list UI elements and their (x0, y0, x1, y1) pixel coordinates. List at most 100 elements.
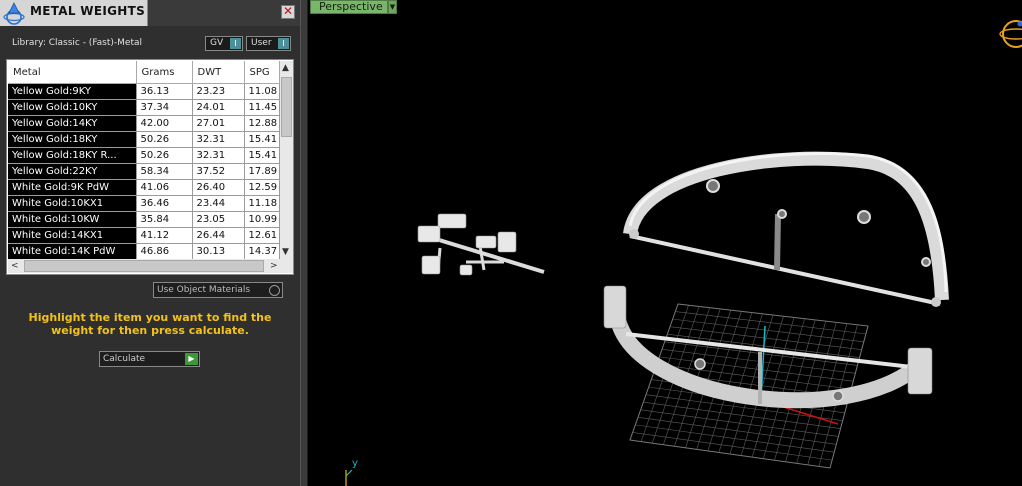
cell-grams: 36.13 (136, 83, 193, 100)
metal-weights-panel: METAL WEIGHTS ✕ Library: Classic - (Fast… (0, 0, 300, 486)
cell-spg: 15.41 (244, 131, 280, 148)
cell-metal: White Gold:14K PdW (8, 243, 137, 260)
viewport-dropdown-button[interactable]: ▼ (388, 0, 397, 14)
cell-spg: 11.45 (244, 99, 280, 116)
table-row[interactable]: White Gold:10KX1 36.46 23.44 11.18 (8, 195, 280, 212)
cell-metal: Yellow Gold:18KY (8, 131, 137, 148)
table-body: Yellow Gold:9KY 36.13 23.23 11.08 Yellow Gol… (8, 83, 280, 260)
scroll-down-icon[interactable]: ▼ (282, 247, 289, 257)
cell-dwt: 32.31 (192, 147, 245, 164)
table-row[interactable]: Yellow Gold:10KY 37.34 24.01 11.45 (8, 99, 280, 116)
cell-dwt: 26.44 (192, 227, 245, 244)
cell-grams: 50.26 (136, 131, 193, 148)
table-row[interactable]: Yellow Gold:18KY R... 50.26 32.31 15.41 (8, 147, 280, 164)
cell-grams: 41.12 (136, 227, 193, 244)
cell-dwt: 23.44 (192, 195, 245, 212)
titlebar-filler (148, 0, 300, 26)
column-header-metal[interactable]: Metal (8, 61, 137, 84)
table-row[interactable]: Yellow Gold:18KY 50.26 32.31 15.41 (8, 131, 280, 148)
ground-grid (629, 303, 869, 469)
cell-metal: White Gold:9K PdW (8, 179, 137, 196)
column-header-dwt[interactable]: DWT (192, 61, 245, 84)
use-object-materials-label: Use Object Materials (157, 285, 251, 295)
cell-spg: 10.99 (244, 211, 280, 228)
scene-canvas (345, 20, 1022, 486)
cell-grams: 42.00 (136, 115, 193, 132)
panel-splitter[interactable] (300, 0, 308, 486)
user-toggle[interactable]: User I (246, 36, 291, 51)
cell-spg: 11.08 (244, 83, 280, 100)
table-row[interactable]: Yellow Gold:22KY 58.34 37.52 17.89 (8, 163, 280, 180)
scroll-up-icon[interactable]: ▲ (282, 63, 289, 73)
cell-spg: 14.37 (244, 243, 280, 260)
close-button[interactable]: ✕ (281, 5, 295, 19)
instruction-text: Highlight the item you want to find the … (28, 311, 272, 337)
cell-grams: 35.84 (136, 211, 193, 228)
table-row[interactable]: Yellow Gold:9KY 36.13 23.23 11.08 (8, 83, 280, 100)
column-header-spg[interactable]: SPG (244, 61, 280, 84)
viewport-label-text: Perspective (319, 0, 383, 13)
scroll-right-icon[interactable]: > (270, 261, 278, 271)
gv-toggle[interactable]: GV I (205, 36, 243, 51)
cell-spg: 12.61 (244, 227, 280, 244)
cell-metal: Yellow Gold:22KY (8, 163, 137, 180)
horizontal-scroll-thumb[interactable] (24, 260, 264, 272)
upper-bangle[interactable] (623, 151, 949, 307)
cell-dwt: 30.13 (192, 243, 245, 260)
cell-metal: Yellow Gold:18KY R... (8, 147, 137, 164)
lower-bangle[interactable] (603, 285, 933, 409)
navigation-gizmo-icon[interactable] (999, 20, 1022, 48)
cell-grams: 50.26 (136, 147, 193, 164)
panel-titlebar: METAL WEIGHTS ✕ (0, 0, 300, 26)
parts-cluster[interactable] (417, 213, 545, 276)
cell-spg: 15.41 (244, 147, 280, 164)
table-row[interactable]: White Gold:14K PdW 46.86 30.13 14.37 (8, 243, 280, 260)
vertical-scrollbar[interactable]: ▲ ▼ (280, 61, 293, 259)
cell-metal: White Gold:10KW (8, 211, 137, 228)
horizontal-scrollbar[interactable]: < > (8, 259, 293, 273)
cell-metal: Yellow Gold:14KY (8, 115, 137, 132)
cell-metal: Yellow Gold:9KY (8, 83, 137, 100)
column-header-grams[interactable]: Grams (136, 61, 193, 84)
cell-spg: 17.89 (244, 163, 280, 180)
cell-grams: 41.06 (136, 179, 193, 196)
cell-grams: 58.34 (136, 163, 193, 180)
table-row[interactable]: White Gold:9K PdW 41.06 26.40 12.59 (8, 179, 280, 196)
table-row[interactable]: Yellow Gold:14KY 42.00 27.01 12.88 (8, 115, 280, 132)
table-row[interactable]: White Gold:10KW 35.84 23.05 10.99 (8, 211, 280, 228)
close-icon: ✕ (282, 4, 294, 18)
metal-grid: Metal Grams DWT SPG Yellow Gold:9KY 36.13… (8, 61, 280, 260)
cell-spg: 11.18 (244, 195, 280, 212)
vertical-scroll-thumb[interactable] (281, 77, 292, 137)
cell-spg: 12.88 (244, 115, 280, 132)
perspective-viewport[interactable]: y Perspective ▼ (308, 0, 1022, 486)
cell-metal: White Gold:14KX1 (8, 227, 137, 244)
cell-dwt: 37.52 (192, 163, 245, 180)
cell-dwt: 24.01 (192, 99, 245, 116)
cell-metal: White Gold:10KX1 (8, 195, 137, 212)
panel-title: METAL WEIGHTS (30, 4, 146, 18)
calculate-button[interactable]: Calculate ▶ (99, 351, 200, 367)
user-toggle-label: User (251, 38, 272, 48)
cell-dwt: 32.31 (192, 131, 245, 148)
metal-table: Metal Grams DWT SPG Yellow Gold:9KY 36.13… (6, 59, 294, 275)
cell-dwt: 23.23 (192, 83, 245, 100)
cell-dwt: 23.05 (192, 211, 245, 228)
calculate-label: Calculate (103, 354, 146, 364)
play-arrow-icon: ▶ (185, 353, 198, 365)
cell-spg: 12.59 (244, 179, 280, 196)
app-logo-icon (3, 2, 25, 25)
table-row[interactable]: White Gold:14KX1 41.12 26.44 12.61 (8, 227, 280, 244)
axis-triad-icon (345, 469, 353, 486)
library-label: Library: Classic - (Fast)-Metal (12, 38, 143, 48)
cell-dwt: 27.01 (192, 115, 245, 132)
scroll-left-icon[interactable]: < (11, 261, 19, 271)
cell-dwt: 26.40 (192, 179, 245, 196)
gv-toggle-label: GV (210, 38, 224, 48)
toggle-knob-icon: I (230, 38, 241, 49)
use-object-materials-toggle[interactable]: Use Object Materials (153, 282, 283, 298)
cell-grams: 36.46 (136, 195, 193, 212)
viewport-label[interactable]: Perspective (310, 0, 388, 14)
toggle-knob-icon: I (278, 38, 289, 49)
chevron-down-icon: ▼ (389, 3, 396, 11)
